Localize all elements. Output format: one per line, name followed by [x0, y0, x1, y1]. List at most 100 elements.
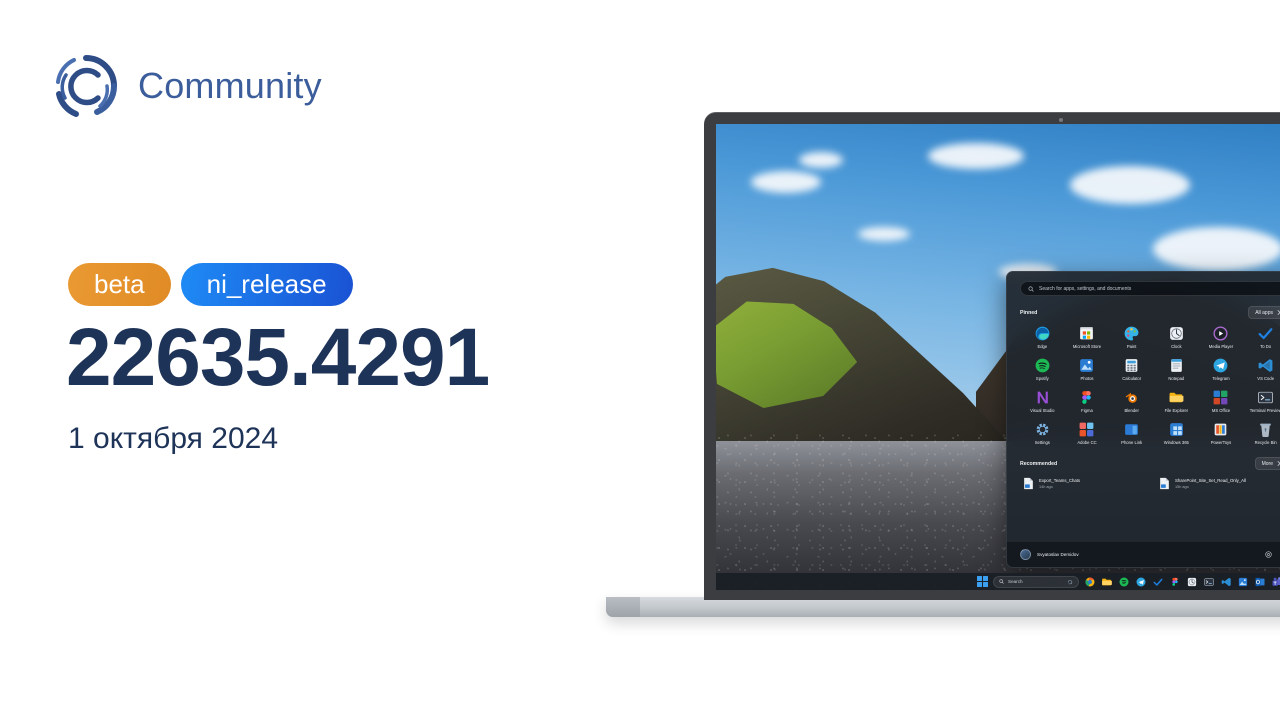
copilot-icon[interactable] — [1067, 579, 1073, 585]
pinned-app-label: Adobe CC — [1077, 439, 1097, 445]
start-menu: Search for apps, settings, and documents… — [1006, 271, 1280, 568]
pinned-app-telegram[interactable]: Telegram — [1199, 355, 1244, 383]
photos-icon[interactable] — [1237, 576, 1249, 588]
pinned-app-notepad[interactable]: Notepad — [1154, 355, 1199, 383]
recommended-item[interactable]: Export_Teams_Chats 14h ago — [1020, 474, 1152, 493]
build-number: 22635.4291 — [66, 312, 490, 403]
pinned-app-label: Edge — [1037, 343, 1048, 349]
teams-icon[interactable] — [1271, 576, 1280, 588]
more-button[interactable]: More — [1254, 457, 1280, 471]
clock-icon[interactable] — [1186, 576, 1198, 588]
pinned-app-photos[interactable]: Photos — [1065, 355, 1110, 383]
figma-icon[interactable] — [1169, 576, 1181, 588]
pinned-title: Pinned — [1020, 309, 1038, 316]
recycle-bin-icon — [1260, 423, 1271, 438]
start-menu-footer: Svyatoslav Demidov — [1007, 541, 1280, 567]
pinned-app-label: File Explorer — [1164, 407, 1189, 413]
spotify-icon[interactable] — [1118, 576, 1130, 588]
calculator-icon — [1125, 359, 1138, 372]
pinned-app-windows-365[interactable]: Windows 365 — [1154, 419, 1199, 447]
outlook-icon[interactable] — [1254, 576, 1266, 588]
start-search-placeholder: Search for apps, settings, and documents — [1039, 285, 1132, 292]
pinned-app-clock[interactable]: Clock — [1154, 323, 1199, 351]
recommended-item[interactable]: SharePoint_Site_Set_Read_Only_All 15h ag… — [1156, 474, 1280, 493]
recommended-item-time: 14h ago — [1039, 484, 1053, 489]
chrome-icon[interactable] — [1084, 576, 1096, 588]
pinned-app-phone-link[interactable]: Phone Link — [1109, 419, 1154, 447]
search-icon — [1028, 286, 1034, 292]
release-date: 1 октября 2024 — [68, 422, 278, 455]
recommended-item-time: 15h ago — [1175, 484, 1189, 489]
terminal-preview-icon[interactable] — [1203, 576, 1215, 588]
pinned-app-ms-office[interactable]: MS Office — [1199, 387, 1244, 415]
pinned-app-terminal-preview[interactable]: Terminal Preview — [1243, 387, 1280, 415]
vs-code-icon[interactable] — [1220, 576, 1232, 588]
phone-link-icon — [1125, 424, 1139, 436]
pinned-app-figma[interactable]: Figma — [1065, 387, 1110, 415]
windows-365-icon — [1169, 423, 1183, 437]
pinned-app-label: Phone Link — [1121, 439, 1143, 445]
badge-branch: ni_release — [180, 263, 353, 306]
pinned-app-calculator[interactable]: Calculator — [1109, 355, 1154, 383]
pinned-app-edge[interactable]: Edge — [1020, 323, 1065, 351]
pinned-app-label: Paint — [1126, 343, 1137, 349]
pinned-app-powertoys[interactable]: PowerToys — [1199, 419, 1244, 447]
pinned-app-adobe-cc[interactable]: Adobe CC — [1065, 419, 1110, 447]
pinned-app-media-player[interactable]: Media Player — [1199, 323, 1244, 351]
recommended-title: Recommended — [1020, 460, 1058, 467]
pinned-app-paint[interactable]: Paint — [1109, 323, 1154, 351]
search-icon — [999, 579, 1004, 584]
telegram-icon[interactable] — [1135, 576, 1147, 588]
taskbar: Search — [716, 573, 1280, 590]
pinned-app-label: Media Player — [1208, 343, 1234, 349]
blender-icon — [1125, 392, 1137, 404]
community-c-logo-icon — [52, 52, 120, 120]
pinned-app-file-explorer[interactable]: File Explorer — [1154, 387, 1199, 415]
laptop-screen: Search for apps, settings, and documents… — [716, 124, 1280, 590]
excel-document-icon — [1160, 478, 1169, 490]
pinned-app-label: Notepad — [1168, 375, 1185, 381]
pinned-app-label: Visual Studio — [1030, 407, 1055, 413]
pinned-app-label: Photos — [1080, 375, 1094, 381]
brand-header: Community — [52, 52, 322, 120]
slide-root: Community beta ni_release 22635.4291 1 о… — [0, 0, 1280, 720]
recommended-item-name: Export_Teams_Chats — [1039, 477, 1081, 483]
edge-icon — [1035, 326, 1050, 341]
pinned-app-settings[interactable]: Settings — [1020, 419, 1065, 447]
to-do-icon[interactable] — [1152, 576, 1164, 588]
pinned-app-microsoft-store[interactable]: Microsoft Store — [1065, 323, 1110, 351]
user-avatar[interactable] — [1020, 549, 1031, 560]
file-explorer-icon — [1169, 392, 1184, 403]
pinned-app-recycle-bin[interactable]: Recycle Bin — [1243, 419, 1280, 447]
start-search-input[interactable]: Search for apps, settings, and documents — [1020, 281, 1280, 296]
pinned-app-vs-code[interactable]: VS Code — [1243, 355, 1280, 383]
taskbar-search-label: Search — [1008, 579, 1023, 584]
all-apps-button[interactable]: All apps — [1248, 306, 1280, 319]
pinned-app-label: Microsoft Store — [1072, 343, 1102, 349]
more-label: More — [1261, 460, 1273, 467]
ms-office-icon — [1214, 390, 1228, 405]
windows-start-icon[interactable] — [977, 576, 988, 587]
pinned-app-spotify[interactable]: Spotify — [1020, 355, 1065, 383]
pinned-app-label: MS Office — [1211, 407, 1231, 413]
figma-icon — [1082, 391, 1092, 405]
microsoft-store-icon — [1080, 327, 1094, 340]
clock-icon — [1169, 327, 1183, 340]
notepad-icon — [1171, 359, 1182, 372]
laptop-lid: Search for apps, settings, and documents… — [704, 112, 1280, 600]
excel-document-icon — [1024, 478, 1033, 490]
pinned-app-to-do[interactable]: To Do — [1243, 323, 1280, 351]
taskbar-search-box[interactable]: Search — [993, 575, 1079, 588]
pinned-app-label: Blender — [1124, 407, 1139, 413]
pinned-app-label: Spotify — [1035, 375, 1049, 381]
brand-name: Community — [138, 65, 322, 106]
all-apps-label: All apps — [1255, 309, 1273, 316]
pinned-app-visual-studio[interactable]: Visual Studio — [1020, 387, 1065, 415]
pinned-app-blender[interactable]: Blender — [1109, 387, 1154, 415]
file-explorer-icon[interactable] — [1101, 576, 1113, 588]
settings-gear-icon[interactable] — [1264, 550, 1273, 559]
powertoys-icon — [1215, 423, 1227, 436]
pinned-app-label: Calculator — [1122, 375, 1142, 381]
pinned-app-label: Terminal Preview — [1249, 407, 1280, 413]
user-name: Svyatoslav Demidov — [1037, 552, 1079, 557]
